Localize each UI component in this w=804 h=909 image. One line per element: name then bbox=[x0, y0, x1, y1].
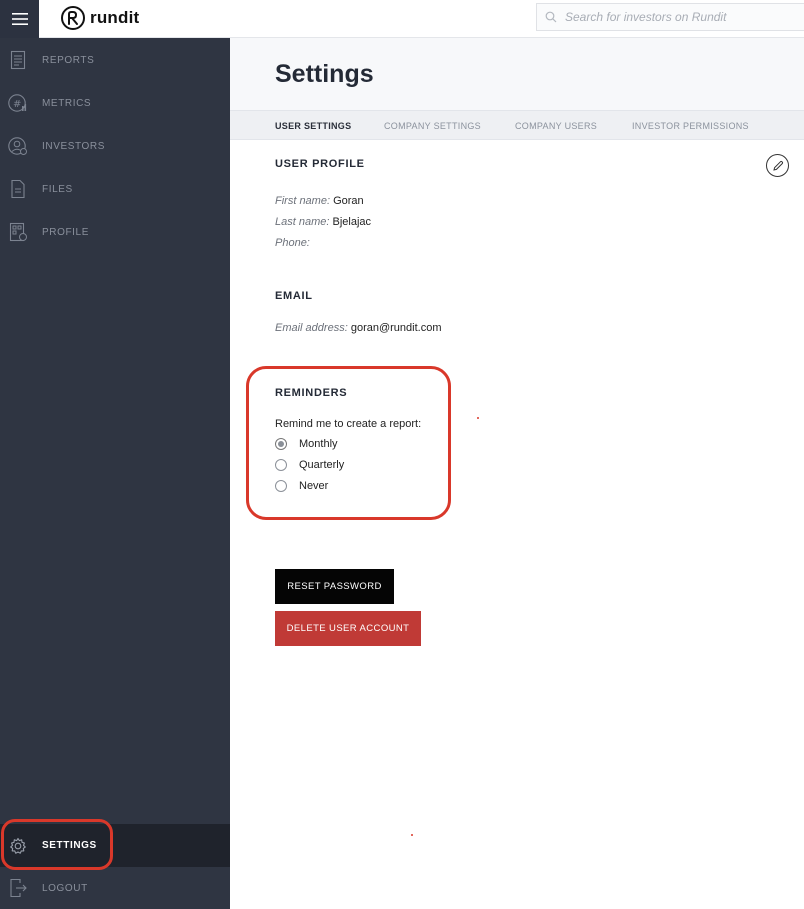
sidebar-item-logout[interactable]: LOGOUT bbox=[0, 868, 230, 908]
sidebar-item-label: REPORTS bbox=[42, 54, 95, 66]
last-name-label: Last name: bbox=[275, 216, 330, 228]
email-title: EMAIL bbox=[275, 290, 313, 302]
edit-profile-button[interactable] bbox=[766, 154, 789, 177]
sidebar-item-investors[interactable]: INVESTORS bbox=[0, 126, 230, 166]
hamburger-icon bbox=[11, 13, 28, 25]
report-icon bbox=[10, 50, 26, 70]
pencil-icon bbox=[772, 160, 783, 171]
email-value: goran@rundit.com bbox=[350, 322, 442, 334]
tab-user-settings[interactable]: USER SETTINGS bbox=[275, 121, 351, 131]
annotation-dot bbox=[477, 417, 479, 419]
sidebar-item-label: INVESTORS bbox=[42, 140, 106, 152]
reminder-option-monthly[interactable]: Monthly bbox=[275, 438, 338, 450]
tab-investor-permissions[interactable]: INVESTOR PERMISSIONS bbox=[632, 121, 749, 131]
reminders-title: REMINDERS bbox=[275, 387, 348, 399]
reset-password-button[interactable]: RESET PASSWORD bbox=[275, 569, 394, 604]
tab-company-users[interactable]: COMPANY USERS bbox=[515, 121, 597, 131]
annotation-dot bbox=[411, 834, 413, 836]
email-label: Email address: bbox=[275, 322, 348, 334]
radio-button[interactable] bbox=[275, 459, 287, 471]
sidebar-item-label: PROFILE bbox=[42, 226, 89, 238]
radio-button[interactable] bbox=[275, 438, 287, 450]
delete-user-account-button[interactable]: DELETE USER ACCOUNT bbox=[275, 611, 421, 646]
reminder-option-never[interactable]: Never bbox=[275, 480, 328, 492]
last-name-field: Last name: Bjelajac bbox=[275, 216, 371, 228]
page-header: Settings bbox=[230, 38, 804, 110]
sidebar-item-label: LOGOUT bbox=[42, 882, 88, 894]
search-box bbox=[536, 3, 804, 31]
sidebar-item-label: METRICS bbox=[42, 97, 92, 109]
logout-icon bbox=[10, 878, 27, 898]
search-icon bbox=[545, 11, 557, 23]
sidebar-item-label: FILES bbox=[42, 183, 73, 195]
sidebar-item-label: SETTINGS bbox=[42, 840, 97, 851]
sidebar-item-reports[interactable]: REPORTS bbox=[0, 40, 230, 80]
file-icon bbox=[11, 179, 25, 199]
reminder-option-quarterly[interactable]: Quarterly bbox=[275, 459, 344, 471]
sidebar-item-files[interactable]: FILES bbox=[0, 169, 230, 209]
phone-label: Phone: bbox=[275, 237, 310, 249]
gear-icon bbox=[10, 837, 26, 854]
first-name-field: First name: Goran bbox=[275, 195, 364, 207]
svg-text:#: # bbox=[13, 99, 21, 110]
top-bar: rundit bbox=[0, 0, 804, 38]
radio-button[interactable] bbox=[275, 480, 287, 492]
sidebar-item-profile[interactable]: PROFILE bbox=[0, 212, 230, 252]
sidebar-item-settings[interactable]: SETTINGS bbox=[0, 824, 230, 867]
menu-toggle-button[interactable] bbox=[0, 0, 39, 38]
logo-text: rundit bbox=[90, 8, 140, 27]
user-profile-title: USER PROFILE bbox=[275, 158, 365, 170]
search-input[interactable] bbox=[565, 10, 795, 24]
radio-label: Quarterly bbox=[299, 459, 345, 471]
rundit-logo-icon bbox=[61, 6, 85, 30]
phone-field: Phone: bbox=[275, 237, 310, 249]
page-title: Settings bbox=[275, 60, 374, 88]
app-logo[interactable]: rundit bbox=[60, 4, 139, 32]
tab-company-settings[interactable]: COMPANY SETTINGS bbox=[384, 121, 481, 131]
reminders-prompt: Remind me to create a report: bbox=[275, 418, 422, 430]
radio-label: Monthly bbox=[299, 438, 338, 450]
metrics-icon: # bbox=[8, 94, 27, 112]
first-name-value: Goran bbox=[333, 195, 364, 207]
settings-tabs: USER SETTINGS COMPANY SETTINGS COMPANY U… bbox=[230, 110, 804, 140]
sidebar-item-metrics[interactable]: # METRICS bbox=[0, 83, 230, 123]
first-name-label: First name: bbox=[275, 195, 331, 207]
last-name-value: Bjelajac bbox=[332, 216, 372, 228]
radio-label: Never bbox=[299, 480, 329, 492]
investors-icon bbox=[8, 137, 27, 155]
sidebar: REPORTS # METRICS INVESTORS FILES PROFIL… bbox=[0, 38, 230, 909]
profile-icon bbox=[9, 222, 27, 242]
email-field: Email address: goran@rundit.com bbox=[275, 322, 441, 334]
